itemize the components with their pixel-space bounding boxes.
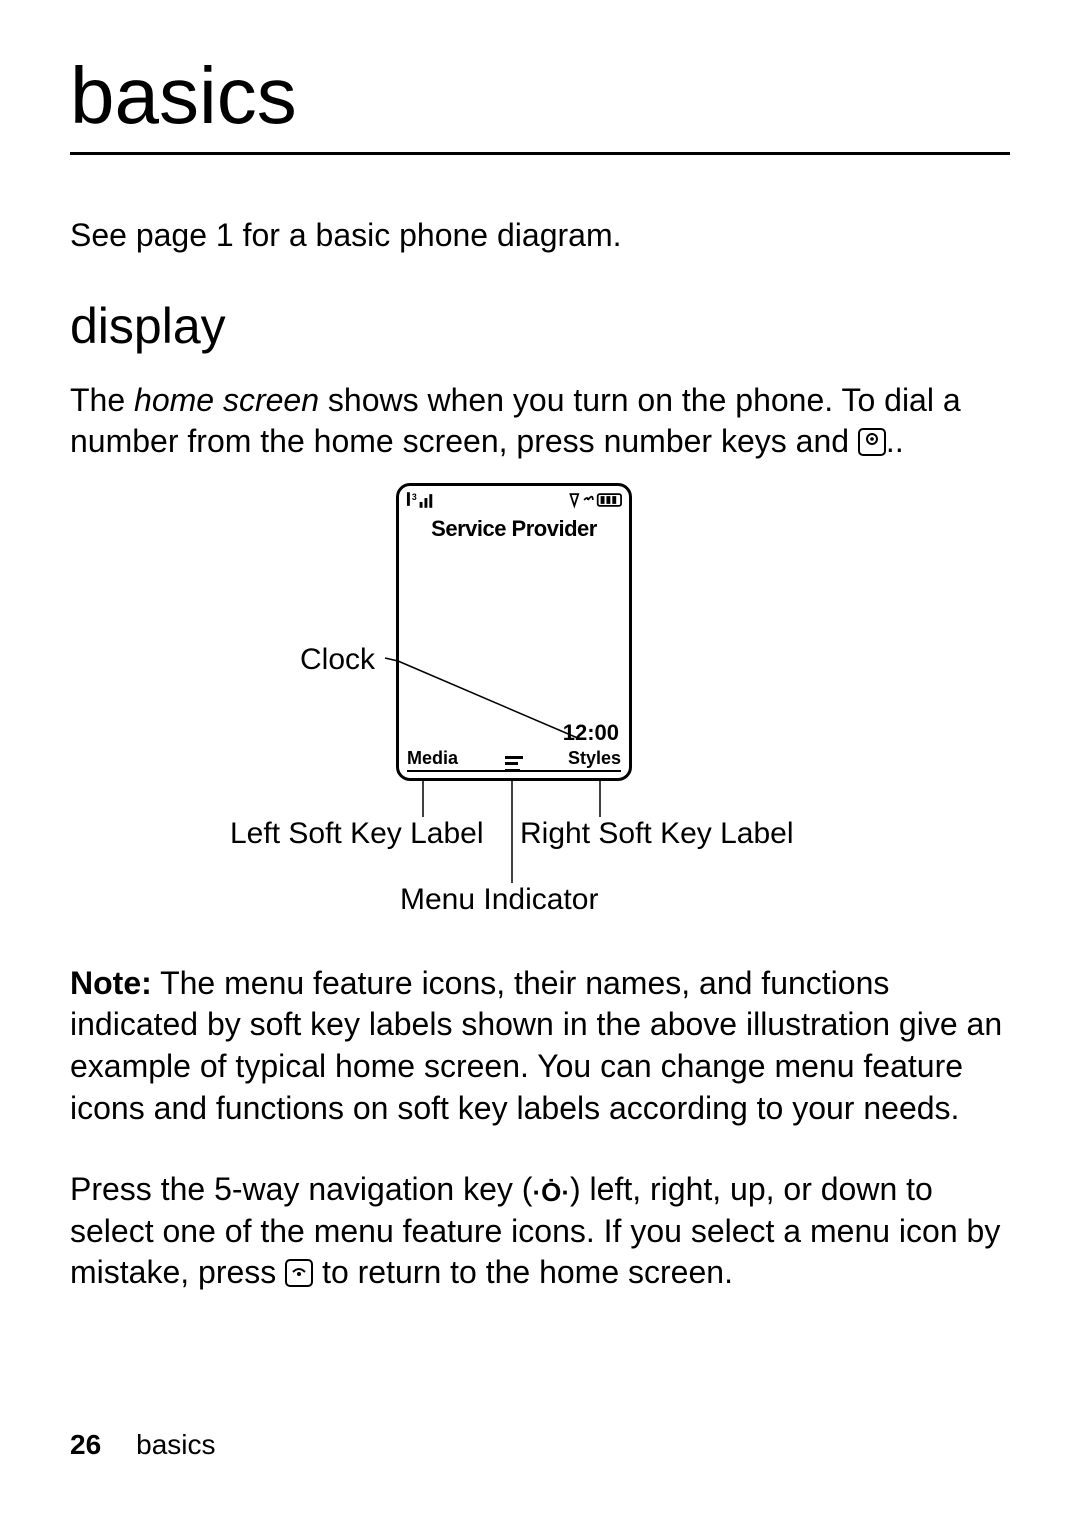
note-paragraph: Note: The menu feature icons, their name… [70, 963, 1010, 1129]
nav-key-icon: ·Ȯ· [532, 1176, 570, 1210]
navigation-paragraph: Press the 5-way navigation key (·Ȯ·) lef… [70, 1169, 1010, 1294]
clock-value: 12:00 [563, 720, 619, 746]
callout-left-soft-key: Left Soft Key Label [230, 817, 484, 851]
text: The menu feature icons, their names, and… [70, 965, 1002, 1126]
text: to return to the home screen. [313, 1254, 733, 1290]
text: Press the 5-way navigation key ( [70, 1171, 532, 1207]
right-soft-key: Styles [568, 748, 621, 769]
phone-frame: 3 Service Provider 12:00 Media Styles [396, 483, 632, 781]
text: .. [886, 423, 904, 459]
callout-right-soft-key: Right Soft Key Label [520, 817, 794, 851]
call-key-icon [858, 428, 886, 456]
status-bar: 3 [405, 490, 623, 510]
home-screen-term: home screen [134, 382, 319, 418]
page-footer: 26 basics [70, 1429, 216, 1461]
title-rule [70, 152, 1010, 155]
service-provider-label: Service Provider [399, 516, 629, 542]
callout-clock: Clock [300, 643, 375, 677]
intro-paragraph: See page 1 for a basic phone diagram. [70, 215, 1010, 257]
home-screen-diagram: 3 Service Provider 12:00 Media Styles Cl… [160, 483, 920, 923]
menu-indicator-icon [505, 756, 523, 772]
callout-menu-indicator: Menu Indicator [400, 883, 598, 917]
text: The [70, 382, 134, 418]
section-heading-display: display [70, 297, 1010, 355]
page-number: 26 [70, 1429, 101, 1460]
note-label: Note: [70, 965, 152, 1001]
page-title: basics [70, 50, 1010, 142]
end-key-icon [285, 1259, 313, 1287]
left-soft-key: Media [407, 748, 458, 769]
footer-section: basics [136, 1429, 215, 1460]
display-paragraph-1: The home screen shows when you turn on t… [70, 380, 1010, 463]
svg-text:3: 3 [412, 492, 417, 502]
